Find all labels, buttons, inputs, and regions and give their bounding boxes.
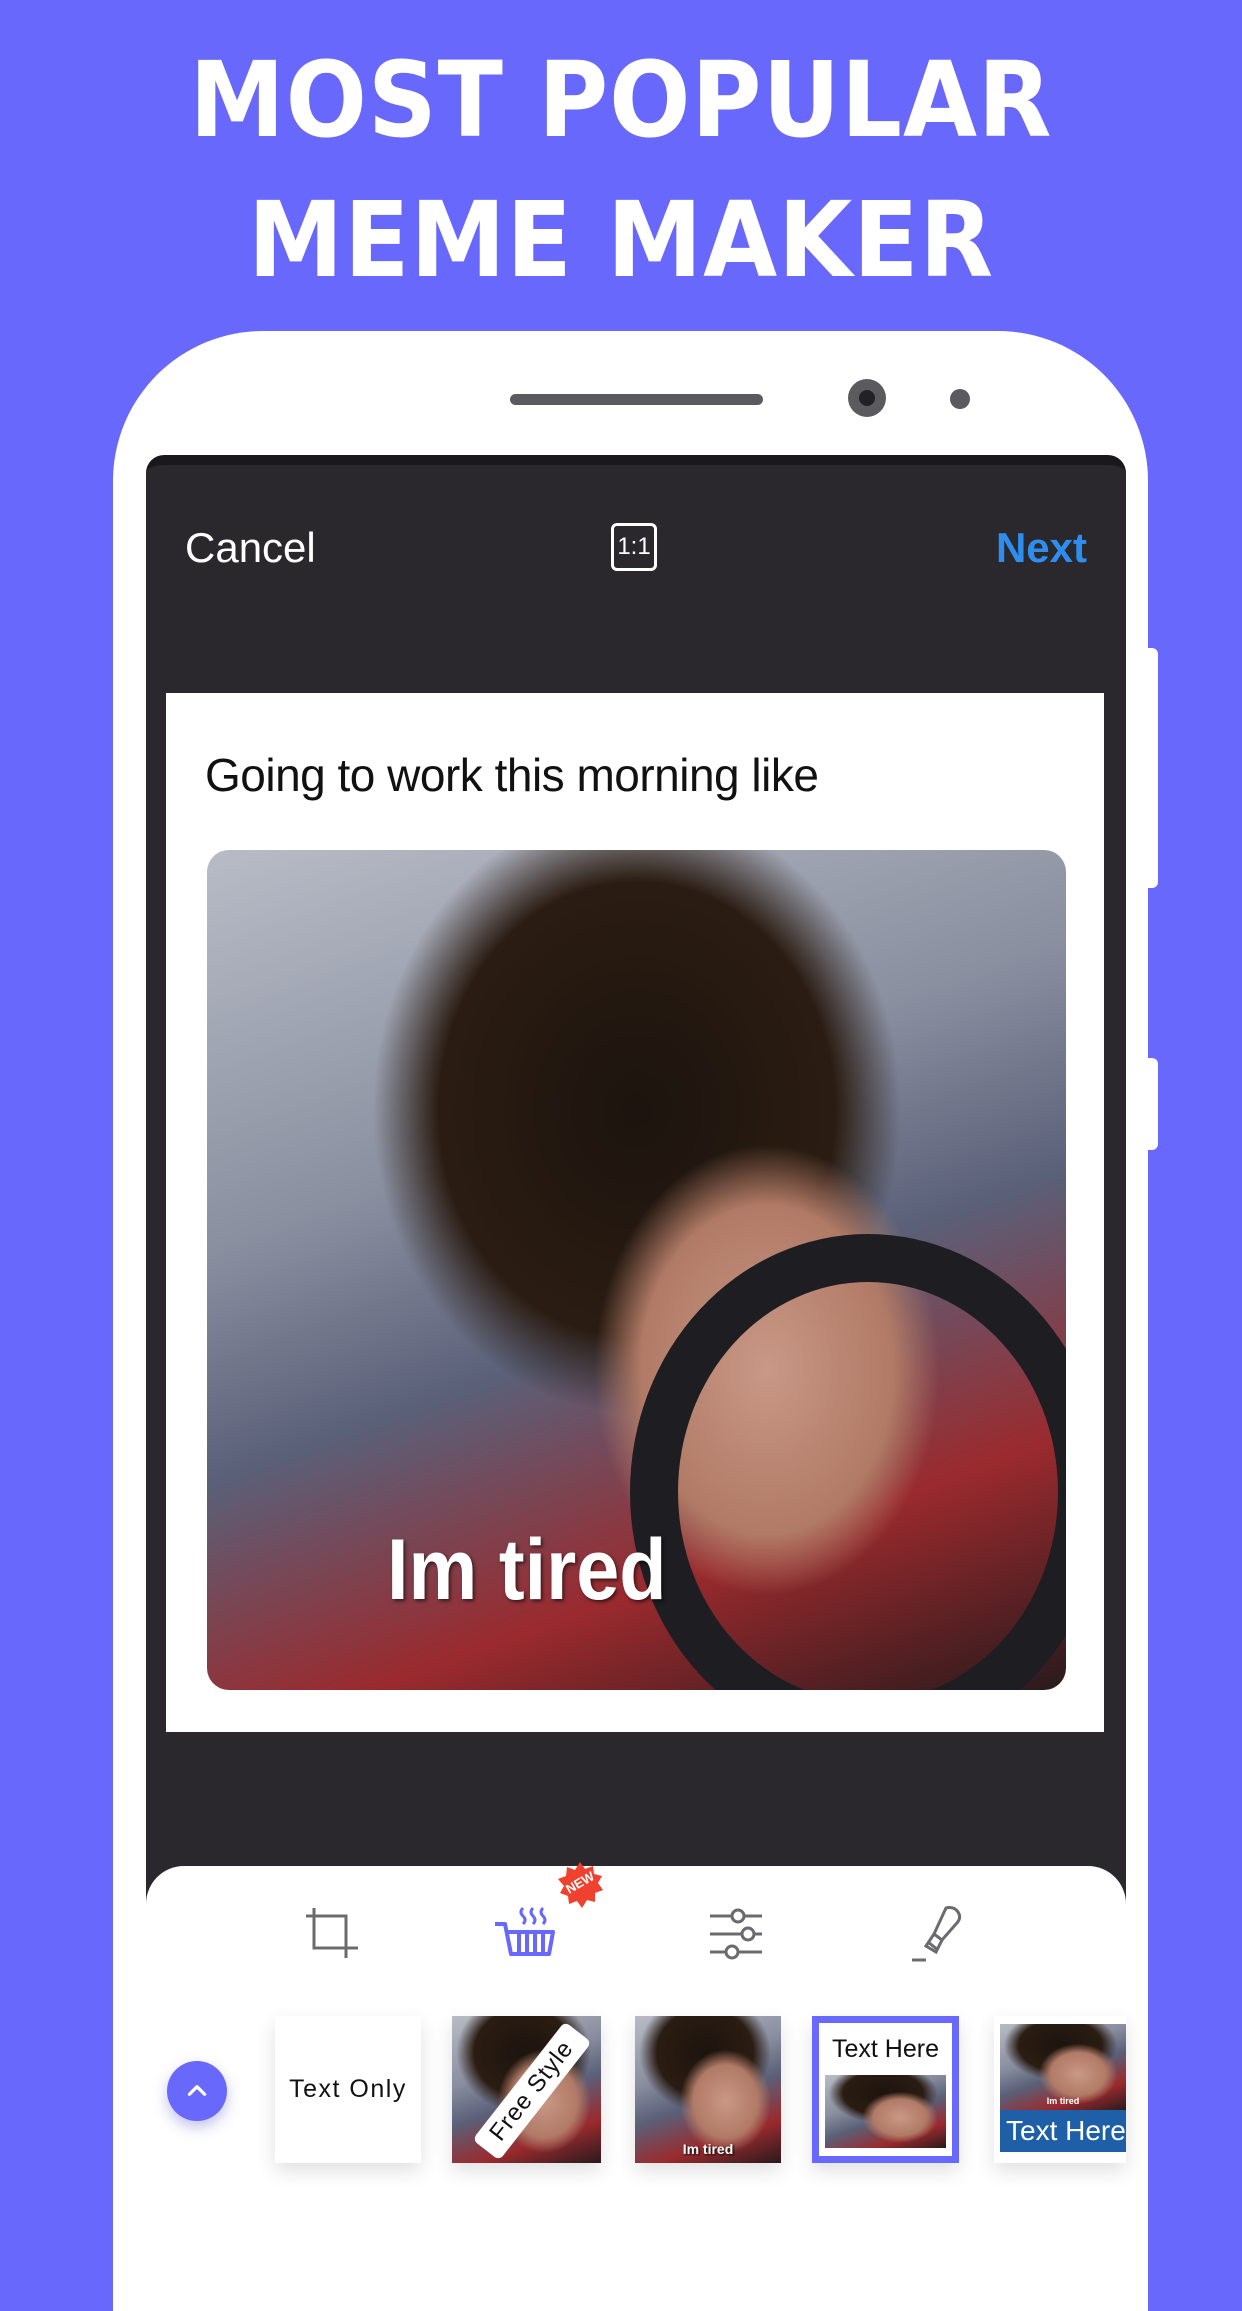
template-label: Text Only [289, 2075, 407, 2103]
cancel-button[interactable]: Cancel [185, 524, 316, 572]
aspect-ratio-button[interactable]: 1:1 [611, 523, 657, 571]
next-button[interactable]: Next [996, 524, 1087, 572]
template-label: Text Here [832, 2035, 939, 2063]
phone-sensor [950, 389, 970, 409]
new-badge: NEW [557, 1862, 603, 1908]
meme-image-text[interactable]: Im tired [387, 1521, 667, 1620]
template-text-top-selected[interactable]: Text Here [812, 2016, 959, 2163]
phone-camera [848, 379, 886, 417]
template-caption-overlay[interactable]: Im tired [635, 2016, 781, 2163]
template-text-bottom-bar[interactable]: Im tired Text Here [994, 2016, 1126, 2163]
crop-tool-button[interactable] [300, 1902, 364, 1966]
steering-wheel-shape [630, 1234, 1066, 1690]
adjust-tool-button[interactable] [704, 1902, 768, 1966]
aspect-ratio-label: 1:1 [617, 533, 651, 560]
template-label: Im tired [682, 2141, 734, 2157]
template-text-only[interactable]: Text Only [275, 2016, 421, 2163]
promo-headline-line-1: MOST POPULAR [189, 39, 1053, 161]
template-tool-button[interactable] [493, 1902, 557, 1966]
phone-power-button [1148, 1058, 1158, 1150]
crop-icon [306, 1908, 358, 1958]
promo-headline-line-2: MEME MAKER [247, 179, 995, 301]
template-label: Text Here [1000, 2110, 1126, 2152]
template-caption: Im tired [1046, 2096, 1080, 2106]
template-thumbnail [825, 2075, 946, 2148]
meme-caption-text[interactable]: Going to work this morning like [205, 748, 819, 802]
brush-icon [912, 1906, 962, 1962]
phone-speaker [510, 394, 763, 405]
template-basket-icon [495, 1906, 555, 1956]
expand-panel-button[interactable] [167, 2061, 227, 2121]
chevron-up-icon [187, 2085, 207, 2096]
phone-volume-button [1148, 648, 1158, 888]
brush-tool-button[interactable] [906, 1902, 970, 1966]
adjust-sliders-icon [710, 1908, 762, 1960]
template-free-style[interactable]: Free Style [452, 2016, 601, 2163]
meme-image[interactable]: Im tired [207, 850, 1066, 1690]
